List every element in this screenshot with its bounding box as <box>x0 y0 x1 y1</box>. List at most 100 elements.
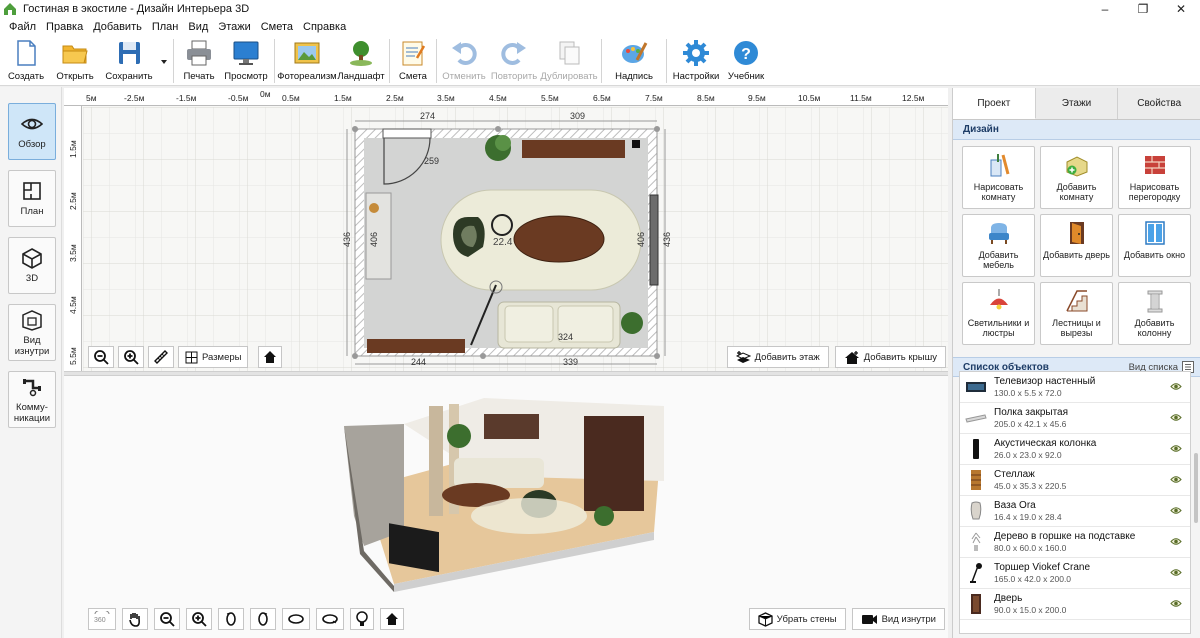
visibility-eye-icon[interactable] <box>1170 537 1182 546</box>
vase[interactable] <box>369 203 379 213</box>
sidebar-3d-button[interactable]: 3D <box>8 237 56 294</box>
tab-project[interactable]: Проект <box>953 88 1036 119</box>
tilt-down-button[interactable] <box>316 608 344 630</box>
objects-list-scrollbar[interactable] <box>1193 373 1199 632</box>
sidebar-utilities-button[interactable]: Комму-никации <box>8 371 56 428</box>
list-item[interactable]: Телевизор настенный 130.0 x 5.5 x 72.0 <box>960 372 1190 403</box>
caption-button[interactable]: Надпись <box>605 35 663 86</box>
3d-home-view-button[interactable] <box>380 608 404 630</box>
redo-button[interactable]: Повторить <box>488 35 540 86</box>
window[interactable] <box>649 194 659 286</box>
maximize-button[interactable]: ❐ <box>1124 0 1162 18</box>
tilt-up-button[interactable] <box>282 608 310 630</box>
plan-canvas[interactable]: 274 309 259 436 406 406 436 324 244 339 … <box>83 107 948 371</box>
sidebar-inside-view-button[interactable]: Вид изнутри <box>8 304 56 361</box>
menu-view[interactable]: Вид <box>183 21 213 33</box>
rotate-left-button[interactable] <box>218 608 244 630</box>
list-item[interactable]: Дверь 90.0 x 15.0 x 200.0 <box>960 589 1190 620</box>
resize-handle[interactable] <box>352 126 358 132</box>
landscape-button[interactable]: Ландшафт <box>336 35 386 86</box>
list-item[interactable]: Торшер Viokef Crane 165.0 x 42.0 x 200.0 <box>960 558 1190 589</box>
draw-room-button[interactable]: Нарисовать комнату <box>962 146 1035 209</box>
3d-zoom-in-button[interactable] <box>186 608 212 630</box>
duplicate-button[interactable]: Дублировать <box>540 35 598 86</box>
plant-bottom[interactable] <box>621 312 643 334</box>
draw-partition-button[interactable]: Нарисовать перегородку <box>1118 146 1191 209</box>
zoom-out-button[interactable] <box>88 346 114 368</box>
save-dropdown-button[interactable] <box>158 35 170 86</box>
visibility-eye-icon[interactable] <box>1170 506 1182 515</box>
preview-button[interactable]: Просмотр <box>221 35 271 86</box>
undo-button[interactable]: Отменить <box>440 35 488 86</box>
close-button[interactable]: ✕ <box>1162 0 1200 18</box>
list-item[interactable]: Дерево в горшке на подставке 80.0 x 60.0 … <box>960 527 1190 558</box>
door-leaf[interactable] <box>382 128 432 139</box>
tab-floors[interactable]: Этажи <box>1036 88 1119 119</box>
3d-view[interactable]: 360 Убрать стены Вид изнутри <box>64 376 948 638</box>
visibility-eye-icon[interactable] <box>1170 444 1182 453</box>
resize-handle[interactable] <box>654 126 660 132</box>
add-column-button[interactable]: Добавить колонну <box>1118 282 1191 345</box>
menu-help[interactable]: Справка <box>298 21 351 33</box>
inside-view-button[interactable]: Вид изнутри <box>851 608 945 630</box>
visibility-eye-icon[interactable] <box>1170 568 1182 577</box>
plan-view[interactable]: 5м -2.5м -1.5м -0.5м 0м 0.5м 1.5м 2.5м 3… <box>64 88 948 371</box>
menu-estimate[interactable]: Смета <box>256 21 298 33</box>
minimize-button[interactable]: – <box>1086 0 1124 18</box>
coffee-table[interactable] <box>513 215 605 263</box>
add-door-button[interactable]: Добавить дверь <box>1040 214 1113 277</box>
resize-handle[interactable] <box>495 126 501 132</box>
stairs-button[interactable]: Лестницы и вырезы <box>1040 282 1113 345</box>
visibility-eye-icon[interactable] <box>1170 382 1182 391</box>
settings-button[interactable]: Настройки <box>670 35 722 86</box>
speaker[interactable] <box>632 140 640 148</box>
add-roof-button[interactable]: Добавить крышу <box>834 346 946 368</box>
sofa-cushion-left[interactable] <box>504 305 554 343</box>
create-button[interactable]: Создать <box>2 35 50 86</box>
menu-plan[interactable]: План <box>147 21 184 33</box>
sidebar-overview-button[interactable]: Обзор <box>8 103 56 160</box>
resize-handle[interactable] <box>480 353 486 359</box>
save-button[interactable]: Сохранить <box>100 35 158 86</box>
tutorial-button[interactable]: ? Учебник <box>722 35 770 86</box>
menu-floors[interactable]: Этажи <box>213 21 255 33</box>
add-room-button[interactable]: Добавить комнату <box>1040 146 1113 209</box>
3d-zoom-out-button[interactable] <box>154 608 180 630</box>
lighting-button[interactable] <box>350 608 374 630</box>
list-item[interactable]: Акустическая колонка 26.0 x 23.0 x 92.0 <box>960 434 1190 465</box>
visibility-eye-icon[interactable] <box>1170 475 1182 484</box>
menu-edit[interactable]: Правка <box>41 21 88 33</box>
add-furniture-button[interactable]: Добавить мебель <box>962 214 1035 277</box>
resize-handle[interactable] <box>352 353 358 359</box>
menu-file[interactable]: Файл <box>4 21 41 33</box>
measure-button[interactable] <box>148 346 174 368</box>
estimate-button[interactable]: Смета <box>393 35 433 86</box>
dimensions-button[interactable]: Размеры <box>178 346 249 368</box>
zoom-in-button[interactable] <box>118 346 144 368</box>
add-window-button[interactable]: Добавить окно <box>1118 214 1191 277</box>
visibility-eye-icon[interactable] <box>1170 599 1182 608</box>
wall-shelf[interactable] <box>522 140 625 158</box>
remove-walls-button[interactable]: Убрать стены <box>748 608 846 630</box>
home-view-button[interactable] <box>258 346 283 368</box>
objects-list[interactable]: Телевизор настенный 130.0 x 5.5 x 72.0 По… <box>959 371 1191 634</box>
list-item[interactable]: Полка закрытая 205.0 x 42.1 x 45.6 <box>960 403 1190 434</box>
menu-add[interactable]: Добавить <box>88 21 147 33</box>
add-floor-button[interactable]: Добавить этаж <box>726 346 829 368</box>
visibility-eye-icon[interactable] <box>1170 413 1182 422</box>
list-item[interactable]: Ваза Ora 16.4 x 19.0 x 28.4 <box>960 496 1190 527</box>
bottom-shelf[interactable] <box>367 339 465 353</box>
print-button[interactable]: Печать <box>177 35 221 86</box>
open-button[interactable]: Открыть <box>50 35 100 86</box>
rotate-360-button[interactable]: 360 <box>88 608 116 630</box>
rotate-right-button[interactable] <box>250 608 276 630</box>
list-item[interactable]: Стеллаж 45.0 x 35.3 x 220.5 <box>960 465 1190 496</box>
add-lights-button[interactable]: Светильники и люстры <box>962 282 1035 345</box>
plant-top-leaves[interactable] <box>495 135 511 151</box>
photoreal-button[interactable]: Фотореализм <box>277 35 337 86</box>
tab-properties[interactable]: Свойства <box>1118 88 1200 119</box>
resize-handle[interactable] <box>654 353 660 359</box>
sidebar-plan-button[interactable]: План <box>8 170 56 227</box>
pan-button[interactable] <box>122 608 148 630</box>
3d-room-render[interactable] <box>64 376 948 602</box>
